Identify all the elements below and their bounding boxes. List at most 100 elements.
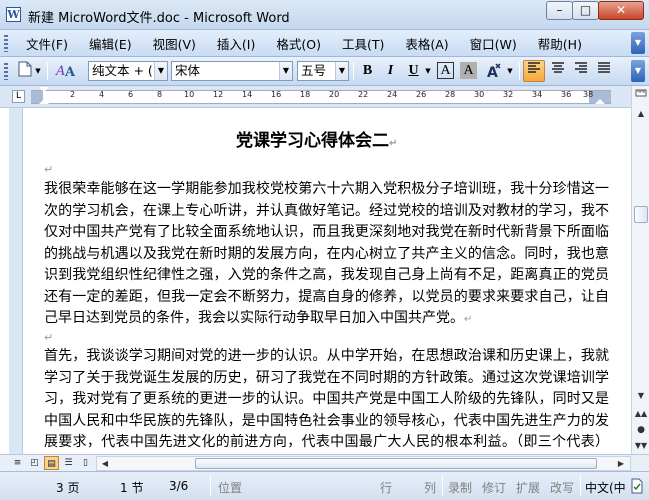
status-language[interactable]: 中文(中 (585, 479, 626, 496)
paragraph-1[interactable]: 我很荣幸能够在这一学期能参加我校党校第六十六期入党积极分子培训班，我十分珍惜这一… (44, 179, 609, 331)
vertical-scrollbar[interactable]: ▲ ▼ ▲▲ ● ▼▼ (631, 86, 649, 454)
paragraph-text: 首先，我谈谈学习期间对党的进一步的认识。从中学开始，在思想政治课和历史课上，我就… (44, 348, 609, 450)
status-column: 列 (424, 481, 437, 495)
character-border-button[interactable]: A (437, 62, 454, 79)
horizontal-scrollbar[interactable]: ◀ ▶ (96, 456, 631, 471)
document-area[interactable]: 党课学习心得体会二↵ ↵ 我很荣幸能够在这一学期能参加我校党校第六十六期入党积极… (0, 108, 631, 454)
font-select[interactable]: 宋体 ▼ (171, 61, 293, 81)
status-separator (210, 476, 211, 496)
ruler-number: 34 (532, 90, 543, 99)
chevron-down-icon[interactable]: ▼ (279, 62, 292, 80)
ruler-number: 24 (387, 90, 398, 99)
bold-button[interactable]: B (357, 61, 378, 81)
chevron-down-icon[interactable]: ▼ (335, 62, 348, 80)
web-layout-icon[interactable]: ◰ (27, 456, 42, 470)
paragraph-mark: ↵ (389, 138, 398, 149)
toolbar-grip[interactable] (4, 35, 8, 52)
minimize-button[interactable]: – (546, 1, 573, 20)
horizontal-ruler[interactable]: 2 4 6 8 10 12 14 16 18 20 22 24 26 28 30… (31, 87, 611, 104)
ruler-toggle-icon[interactable] (633, 88, 649, 104)
status-bar: 3 页 1 节 3/6 位置 行 列 录制 修订 扩展 改写 中文(中 (0, 471, 649, 500)
ruler-number: 6 (128, 90, 134, 99)
horizontal-ruler-bar: L 2 4 6 8 10 12 14 16 18 20 22 24 26 28 … (0, 86, 649, 108)
underline-dropdown-icon[interactable]: ▼ (423, 61, 433, 81)
menu-tools[interactable]: 工具(T) (330, 34, 393, 53)
close-button[interactable]: ✕ (598, 1, 644, 20)
status-separator (442, 476, 443, 496)
status-page-of: 3/6 (169, 479, 189, 493)
menu-file[interactable]: 文件(F) (14, 34, 77, 53)
ruler-number: 38 (583, 90, 594, 99)
menu-table[interactable]: 表格(A) (393, 34, 457, 53)
menu-window[interactable]: 窗口(W) (458, 34, 526, 53)
chevron-down-icon[interactable]: ▼ (154, 62, 167, 80)
ruler-number: 14 (242, 90, 253, 99)
status-overtype[interactable]: 改写 (550, 479, 574, 496)
select-browse-object-icon[interactable]: ● (633, 422, 649, 438)
status-page: 3 页 (56, 481, 80, 495)
new-document-icon[interactable] (14, 61, 35, 81)
align-right-icon[interactable] (570, 61, 591, 81)
scroll-left-icon[interactable]: ◀ (97, 456, 113, 472)
first-line-indent-marker[interactable] (39, 87, 49, 92)
toolbar-options-chevron-icon[interactable]: ▼ (631, 60, 645, 82)
status-separator (580, 476, 581, 496)
vertical-scroll-thumb[interactable] (634, 206, 648, 223)
menu-view[interactable]: 视图(V) (141, 34, 205, 53)
ruler-number: 2 (70, 90, 76, 99)
paragraph-mark: ↵ (464, 314, 473, 325)
previous-page-icon[interactable]: ▲▲ (633, 406, 649, 422)
styles-pane-icon[interactable]: AA (53, 61, 79, 81)
menu-insert[interactable]: 插入(I) (205, 34, 264, 53)
font-size-select[interactable]: 五号 ▼ (297, 61, 349, 81)
right-indent-marker[interactable] (595, 99, 605, 104)
align-left-icon[interactable] (523, 60, 545, 82)
phonetic-dropdown-icon[interactable]: ▼ (505, 61, 515, 81)
word-app-icon[interactable]: W (6, 7, 21, 22)
normal-view-icon[interactable]: ≡ (10, 456, 25, 470)
scroll-up-icon[interactable]: ▲ (633, 106, 649, 122)
title-bar: W 新建 MicroWord文件.doc - Microsoft Word – … (0, 0, 649, 30)
character-shading-button[interactable]: A (460, 62, 477, 79)
status-record[interactable]: 录制 (448, 479, 472, 496)
horizontal-scroll-thumb[interactable] (195, 458, 597, 469)
hanging-indent-marker[interactable] (39, 99, 49, 104)
maximize-button[interactable]: □ (572, 1, 599, 20)
italic-button[interactable]: I (380, 61, 401, 81)
paragraph-2[interactable]: 首先，我谈谈学习期间对党的进一步的认识。从中学开始，在思想政治课和历史课上，我就… (44, 346, 609, 454)
vertical-ruler[interactable] (9, 108, 23, 454)
underline-button[interactable]: U (403, 61, 424, 81)
scroll-right-icon[interactable]: ▶ (613, 456, 629, 472)
toolbar-grip[interactable] (4, 63, 8, 80)
reading-layout-icon[interactable]: ▯ (78, 456, 93, 470)
status-track-changes[interactable]: 修订 (482, 479, 506, 496)
print-layout-icon[interactable]: ▤ (44, 456, 59, 470)
outline-view-icon[interactable]: ☰ (61, 456, 76, 470)
menu-format[interactable]: 格式(O) (264, 34, 330, 53)
ruler-number: 26 (416, 90, 427, 99)
status-extend[interactable]: 扩展 (516, 479, 540, 496)
align-center-icon[interactable] (547, 61, 568, 81)
menu-help[interactable]: 帮助(H) (526, 34, 591, 53)
justify-icon[interactable] (593, 61, 614, 81)
status-line: 行 (380, 481, 393, 495)
ruler-number: 20 (329, 90, 340, 99)
style-select-value: 纯文本 + ( (92, 63, 153, 78)
style-select[interactable]: 纯文本 + ( ▼ (88, 61, 168, 81)
spelling-status-icon[interactable] (630, 478, 644, 494)
menubar-options-chevron-icon[interactable]: ▼ (631, 32, 645, 54)
svg-text:A: A (55, 64, 65, 79)
next-page-icon[interactable]: ▼▼ (633, 438, 649, 454)
window-title: 新建 MicroWord文件.doc - Microsoft Word (28, 11, 290, 26)
scroll-down-icon[interactable]: ▼ (633, 388, 649, 404)
tab-selector-icon[interactable]: L (12, 90, 25, 103)
ruler-number: 18 (300, 90, 311, 99)
view-bar: ≡ ◰ ▤ ☰ ▯ ◀ ▶ (0, 454, 649, 471)
status-section: 1 节 (120, 481, 144, 495)
phonetic-guide-icon[interactable]: A (484, 61, 506, 81)
new-dropdown-icon[interactable]: ▼ (33, 61, 43, 81)
menu-list: 文件(F) 编辑(E) 视图(V) 插入(I) 格式(O) 工具(T) 表格(A… (14, 30, 591, 57)
toolbar-separator (47, 62, 48, 80)
toolbar-separator (519, 62, 520, 80)
menu-edit[interactable]: 编辑(E) (77, 34, 141, 53)
